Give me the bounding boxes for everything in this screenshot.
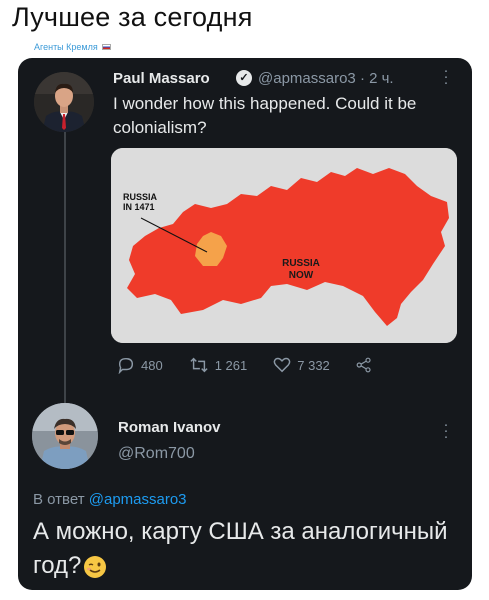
reply-text-block: А можно, карту США за аналогичный год? [33, 515, 453, 583]
verified-badge-icon: ✓ [236, 70, 252, 86]
map-label-now-2: NOW [289, 270, 314, 281]
more-options-icon[interactable]: · · · [441, 63, 451, 90]
reply-author-handle[interactable]: @Rom700 [118, 445, 195, 463]
retweet-count: 1 261 [214, 357, 248, 373]
map-label-old-1: RUSSIA [123, 192, 158, 202]
reply-count: 480 [141, 357, 163, 373]
person-avatar-icon [32, 403, 98, 469]
share-action[interactable] [356, 357, 372, 373]
tweet-stats: 480 1 261 7 332 [117, 356, 398, 374]
tweet-text: I wonder how this happened. Could it be … [113, 94, 417, 137]
russian-flag-icon [101, 44, 111, 50]
reply-author-avatar[interactable] [32, 403, 98, 469]
channel-name[interactable]: Агенты Кремля [34, 42, 111, 52]
author-name[interactable]: Paul Massaro [113, 70, 210, 87]
map-label-old-2: IN 1471 [123, 202, 155, 212]
reply-action[interactable]: 480 [117, 356, 163, 374]
reply-author-name[interactable]: Roman Ivanov [118, 419, 221, 436]
retweet-action[interactable]: 1 261 [189, 356, 248, 374]
author-handle[interactable]: @apmassaro3 · 2 ч. [258, 70, 394, 87]
more-options-icon[interactable]: · · · [441, 417, 451, 444]
person-avatar-icon [34, 72, 94, 132]
reply-to-line: В ответ @apmassaro3 [33, 491, 187, 508]
map-label-now-1: RUSSIA [282, 258, 320, 269]
heart-icon [273, 357, 291, 373]
map-image[interactable]: RUSSIA IN 1471 RUSSIA NOW [111, 148, 457, 343]
like-action[interactable]: 7 332 [273, 356, 330, 374]
like-count: 7 332 [297, 357, 330, 373]
winking-face-icon [84, 555, 107, 578]
author-avatar[interactable] [34, 72, 94, 132]
russia-map-illustration: RUSSIA IN 1471 RUSSIA NOW [111, 148, 457, 343]
reply-icon [118, 357, 134, 374]
thread-line [64, 132, 66, 422]
tweet-card: Paul Massaro ✓ @apmassaro3 · 2 ч. · · · I … [18, 58, 472, 590]
reply-to-handle[interactable]: @apmassaro3 [89, 491, 187, 508]
share-icon [356, 357, 371, 373]
channel-label: Агенты Кремля [34, 42, 98, 52]
reply-to-prefix: В ответ [33, 491, 85, 508]
retweet-icon [190, 357, 208, 373]
page-title: Лучшее за сегодня [12, 2, 253, 32]
